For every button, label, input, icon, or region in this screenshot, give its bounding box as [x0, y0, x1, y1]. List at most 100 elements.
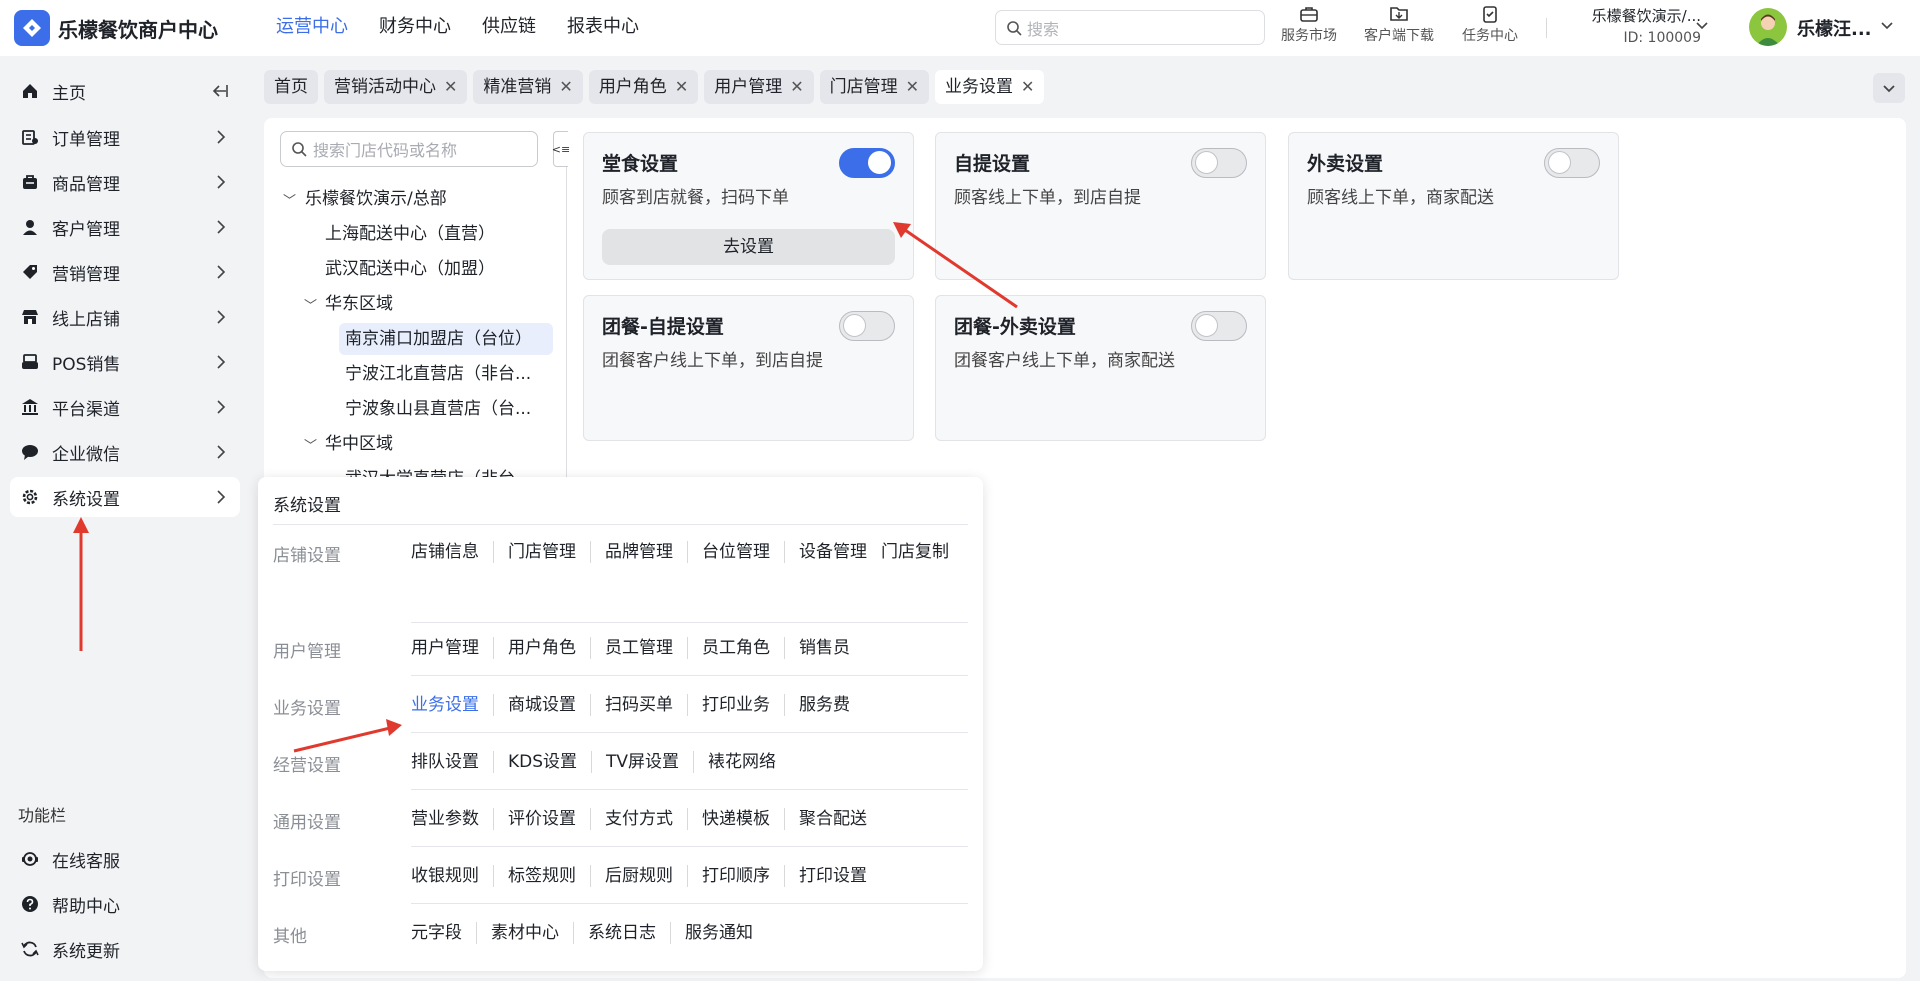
top-nav-item-reports[interactable]: 报表中心 — [567, 0, 639, 56]
tab-business-settings[interactable]: 业务设置 ✕ — [935, 70, 1045, 104]
tree-node-ningbo-jiangbei[interactable]: 宁波江北直营店（非台... — [345, 358, 531, 390]
mega-menu-link[interactable]: 销售员 — [784, 637, 864, 659]
dine-in-toggle[interactable] — [839, 148, 895, 178]
mega-menu-link[interactable]: 用户角色 — [493, 637, 590, 659]
user-menu-chevron-icon[interactable] — [1880, 18, 1894, 32]
function-item-help-center[interactable]: 帮助中心 — [10, 884, 240, 924]
top-nav-item-finance[interactable]: 财务中心 — [379, 0, 451, 56]
sidebar-item-pos[interactable]: POS销售 — [10, 342, 240, 382]
tab-home[interactable]: 首页 — [264, 70, 318, 104]
mega-menu-link[interactable]: 打印顺序 — [687, 865, 784, 887]
org-switcher[interactable]: 乐檬餐饮演示/... ID: 100009 — [1561, 5, 1701, 46]
mega-menu-link[interactable]: 后厨规则 — [590, 865, 687, 887]
tree-node-ningbo-xiangshan[interactable]: 宁波象山县直营店（台... — [345, 393, 531, 425]
mega-menu-link[interactable]: 员工角色 — [687, 637, 784, 659]
mega-menu-link[interactable]: 元字段 — [411, 922, 476, 944]
group-delivery-toggle[interactable] — [1191, 311, 1247, 341]
caret-down-icon[interactable]: ﹀ — [304, 435, 317, 454]
tree-collapse-toggle[interactable]: <≡ — [552, 131, 570, 167]
mega-menu-link[interactable]: TV屏设置 — [591, 751, 693, 773]
tab-user-roles[interactable]: 用户角色 ✕ — [588, 70, 699, 104]
mega-menu-link[interactable]: KDS设置 — [493, 751, 591, 773]
close-icon[interactable]: ✕ — [906, 70, 919, 104]
top-nav-item-ops[interactable]: 运营中心 — [276, 0, 348, 56]
chevron-right-icon — [217, 265, 226, 279]
tab-marketing-center[interactable]: 营销活动中心 ✕ — [324, 70, 468, 104]
mega-menu-link[interactable]: 快递模板 — [687, 808, 784, 830]
mega-menu-link[interactable]: 收银规则 — [411, 865, 493, 887]
caret-down-icon[interactable]: ﹀ — [283, 190, 296, 209]
sidebar-item-system-settings[interactable]: 系统设置 — [10, 477, 240, 517]
mega-menu-link[interactable]: 业务设置 — [411, 694, 493, 716]
mega-menu-link[interactable]: 品牌管理 — [590, 541, 687, 563]
pickup-toggle[interactable] — [1191, 148, 1247, 178]
user-name[interactable]: 乐檬汪... — [1797, 15, 1872, 41]
caret-down-icon[interactable]: ﹀ — [304, 295, 317, 314]
mega-menu-link[interactable]: 素材中心 — [476, 922, 573, 944]
brand-logo[interactable]: 乐檬餐饮商户中心 — [14, 10, 218, 46]
close-icon[interactable]: ✕ — [675, 70, 688, 104]
tree-node-nanjing-pukou[interactable]: 南京浦口加盟店（台位） — [339, 323, 553, 355]
close-icon[interactable]: ✕ — [444, 70, 457, 104]
mega-menu-link[interactable]: 扫码买单 — [590, 694, 687, 716]
service-market-button[interactable]: 服务市场 — [1272, 5, 1346, 45]
collapse-sidebar-icon[interactable] — [210, 83, 228, 99]
chevron-down-icon[interactable] — [1695, 18, 1709, 32]
function-item-system-update[interactable]: 系统更新 — [10, 929, 240, 969]
sidebar-item-channels[interactable]: 平台渠道 — [10, 387, 240, 427]
mega-menu-link[interactable]: 台位管理 — [687, 541, 784, 563]
close-icon[interactable]: ✕ — [559, 70, 572, 104]
mega-menu-link[interactable]: 门店管理 — [493, 541, 590, 563]
tab-precise-marketing[interactable]: 精准营销 ✕ — [473, 70, 583, 104]
tree-node-wuhan-university[interactable]: 武汉大学直营店（非台... — [345, 463, 531, 477]
close-icon[interactable]: ✕ — [1021, 70, 1034, 104]
tab-user-management[interactable]: 用户管理 ✕ — [704, 70, 814, 104]
mega-menu-link[interactable]: 打印业务 — [687, 694, 784, 716]
sidebar-item-marketing[interactable]: 营销管理 — [10, 252, 240, 292]
sidebar-item-wecom[interactable]: 企业微信 — [10, 432, 240, 472]
avatar[interactable] — [1749, 8, 1787, 46]
mega-menu-link[interactable]: 商城设置 — [493, 694, 590, 716]
task-center-button[interactable]: 任务中心 — [1453, 5, 1527, 45]
top-nav-item-supply[interactable]: 供应链 — [482, 0, 536, 56]
mega-menu-link[interactable]: 裱花网络 — [693, 751, 790, 773]
tree-node-wuhan-dc[interactable]: 武汉配送中心（加盟） — [325, 253, 495, 285]
mega-menu-link[interactable]: 系统日志 — [573, 922, 670, 944]
mega-menu-link[interactable]: 营业参数 — [411, 808, 493, 830]
mega-menu-link[interactable]: 服务费 — [784, 694, 864, 716]
sidebar-item-online-store[interactable]: 线上店铺 — [10, 297, 240, 337]
mega-menu-link[interactable]: 设备管理 — [784, 541, 881, 563]
mega-menu-link[interactable]: 店铺信息 — [411, 541, 493, 563]
mega-menu-link[interactable]: 聚合配送 — [784, 808, 881, 830]
tabs-more-button[interactable] — [1873, 73, 1905, 103]
global-search-input[interactable]: 搜索 — [995, 10, 1265, 45]
go-settings-button[interactable]: 去设置 — [602, 229, 895, 265]
sidebar-item-orders[interactable]: 订单管理 — [10, 117, 240, 157]
close-icon[interactable]: ✕ — [790, 70, 803, 104]
tree-node-central-region[interactable]: 华中区域 — [325, 428, 393, 460]
mega-menu-link[interactable]: 员工管理 — [590, 637, 687, 659]
mega-menu-link[interactable]: 评价设置 — [493, 808, 590, 830]
delivery-toggle[interactable] — [1544, 148, 1600, 178]
sidebar-item-customers[interactable]: 客户管理 — [10, 207, 240, 247]
chevron-right-icon — [217, 355, 226, 369]
tab-store-management[interactable]: 门店管理 ✕ — [819, 70, 930, 104]
tree-node-hq[interactable]: 乐檬餐饮演示/总部 — [305, 183, 447, 215]
mega-menu-link[interactable]: 用户管理 — [411, 637, 493, 659]
mega-menu-link[interactable]: 排队设置 — [411, 751, 493, 773]
mega-menu-link[interactable]: 标签规则 — [493, 865, 590, 887]
tree-node-shanghai[interactable]: 上海配送中心（直营） — [325, 218, 495, 250]
sidebar-item-home[interactable]: 主页 — [10, 71, 240, 111]
mega-menu-link[interactable]: 支付方式 — [590, 808, 687, 830]
mega-menu-link[interactable]: 打印设置 — [784, 865, 881, 887]
tab-label: 营销活动中心 — [334, 77, 436, 97]
store-search-input[interactable]: 搜索门店代码或名称 — [280, 131, 538, 167]
tree-node-east-region[interactable]: 华东区域 — [325, 288, 393, 320]
mega-menu-link[interactable]: 门店复制 — [881, 541, 963, 563]
sidebar-item-products[interactable]: 商品管理 — [10, 162, 240, 202]
mega-menu-link[interactable]: 服务通知 — [670, 922, 767, 944]
search-icon — [292, 142, 307, 157]
group-pickup-toggle[interactable] — [839, 311, 895, 341]
client-download-button[interactable]: 客户端下载 — [1362, 5, 1436, 45]
function-item-online-support[interactable]: 在线客服 — [10, 839, 240, 879]
